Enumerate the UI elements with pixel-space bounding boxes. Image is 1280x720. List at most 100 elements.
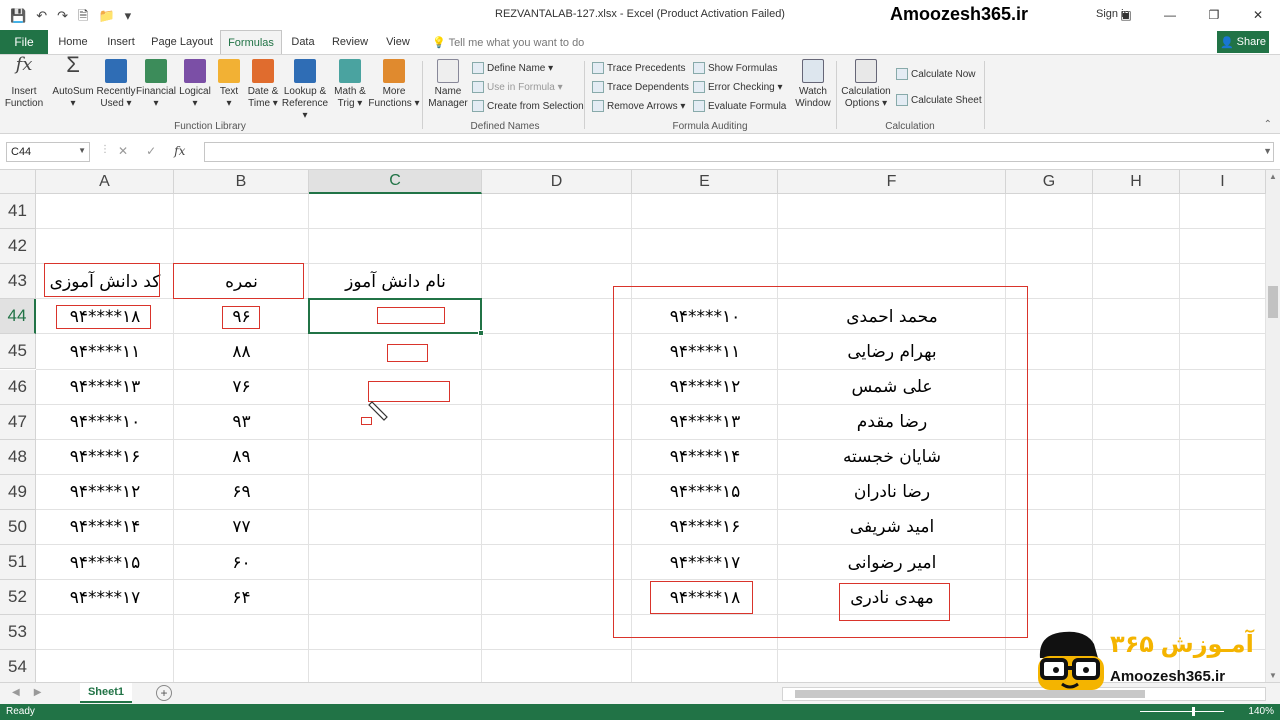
grade-cell[interactable]: ۶۴ [174,580,309,615]
next-sheet-icon[interactable]: ▶ [34,687,42,698]
column-header-f[interactable]: F [778,170,1006,194]
fill-handle[interactable] [478,330,484,337]
trace-dependents-button[interactable]: Trace Dependents [592,80,689,94]
save-icon[interactable]: 💾 [10,9,26,22]
row-header-41[interactable]: 41 [0,194,36,230]
column-header-e[interactable]: E [632,170,778,194]
tab-formulas[interactable]: Formulas [220,30,282,54]
add-sheet-button[interactable]: + [156,685,172,701]
column-header-h[interactable]: H [1093,170,1180,194]
tab-review[interactable]: Review [326,30,374,54]
enter-icon[interactable]: ✓ [146,144,156,158]
row-header-46[interactable]: 46 [0,369,36,405]
ribbon-display-options-icon[interactable]: ▣ [1104,0,1148,30]
formula-input[interactable] [204,142,1274,162]
scroll-up-icon[interactable]: ▲ [1269,172,1277,181]
insert-function-icon[interactable]: fx [174,144,185,158]
row-header-54[interactable]: 54 [0,650,36,682]
date-time-button[interactable]: Date & Time ▾ [244,59,282,110]
column-header-c[interactable]: C [309,170,482,194]
math-trig-button[interactable]: Math & Trig ▾ [330,59,370,110]
insert-function-button[interactable]: fx Insert Function [4,56,44,110]
recently-used-button[interactable]: Recently Used ▾ [96,59,136,110]
select-all-corner[interactable] [0,170,36,194]
tab-page-layout[interactable]: Page Layout [146,30,218,54]
create-from-selection-button[interactable]: Create from Selection [472,99,584,113]
show-formulas-button[interactable]: Show Formulas [693,61,777,75]
undo-icon[interactable]: ↶ [36,9,47,22]
customize-qat-icon[interactable]: ▾ [125,9,132,22]
grade-cell[interactable]: ۷۶ [174,370,309,405]
student-code-cell[interactable]: ۹۴****۱۵ [36,545,174,580]
watch-window-button[interactable]: Watch Window [792,59,834,110]
calculation-options-button[interactable]: Calculation Options ▾ [840,59,892,110]
sheet-tab-sheet1[interactable]: Sheet1 [80,683,132,703]
evaluate-formula-button[interactable]: Evaluate Formula [693,99,786,113]
name-box[interactable]: C44 ▼ [6,142,90,162]
collapse-ribbon-icon[interactable]: ⌃ [1264,119,1272,130]
remove-arrows-button[interactable]: Remove Arrows ▾ [592,99,685,113]
row-header-44[interactable]: 44 [0,299,36,335]
new-file-icon[interactable]: 🗎 [78,9,88,22]
worksheet-grid[interactable]: A B C D E F G H I 41 42 43 44 45 46 47 48 49 50 51 52 53 54 کد … [0,170,1266,682]
row-header-52[interactable]: 52 [0,580,36,616]
column-header-b[interactable]: B [174,170,309,194]
column-header-g[interactable]: G [1006,170,1093,194]
row-header-50[interactable]: 50 [0,509,36,545]
student-code-cell[interactable]: ۹۴****۱۲ [36,475,174,510]
row-header-43[interactable]: 43 [0,264,36,300]
student-code-cell[interactable]: ۹۴****۱۱ [36,334,174,369]
tab-home[interactable]: Home [50,30,96,54]
define-name-button[interactable]: Define Name ▾ [472,61,553,75]
tab-data[interactable]: Data [284,30,322,54]
grade-cell[interactable]: ۸۹ [174,440,309,475]
row-header-49[interactable]: 49 [0,474,36,510]
student-code-cell[interactable]: ۹۴****۱۳ [36,370,174,405]
calculate-now-button[interactable]: Calculate Now [896,67,975,81]
error-checking-button[interactable]: Error Checking ▾ [693,80,783,94]
tab-file[interactable]: File [0,30,48,54]
close-button[interactable]: ✕ [1236,0,1280,30]
tab-view[interactable]: View [378,30,418,54]
calculate-sheet-button[interactable]: Calculate Sheet [896,93,982,107]
name-manager-button[interactable]: Name Manager [426,59,470,110]
grade-cell[interactable]: ۹۳ [174,405,309,440]
grade-cell[interactable]: ۶۰ [174,545,309,580]
zoom-slider-thumb[interactable] [1192,707,1195,716]
tell-me-box[interactable]: 💡 Tell me what you want to do [432,36,584,49]
autosum-button[interactable]: Σ AutoSum ▾ [52,54,94,110]
header-student-name[interactable]: نام دانش آموز [309,264,482,299]
student-code-cell[interactable]: ۹۴****۱۷ [36,580,174,615]
vertical-scrollbar[interactable]: ▲ ▼ [1266,170,1280,682]
open-folder-icon[interactable]: 📁 [98,9,114,22]
expand-formula-bar-icon[interactable]: ▼ [1263,146,1272,156]
minimize-button[interactable]: — [1148,0,1192,30]
share-button[interactable]: 👤 Share [1217,31,1269,53]
column-header-d[interactable]: D [482,170,632,194]
row-header-51[interactable]: 51 [0,545,36,581]
text-button[interactable]: Text ▾ [214,59,244,110]
financial-button[interactable]: Financial ▾ [136,59,176,110]
student-code-cell[interactable]: ۹۴****۱۶ [36,440,174,475]
zoom-level[interactable]: 140% [1248,706,1274,717]
row-header-47[interactable]: 47 [0,404,36,440]
chevron-down-icon[interactable]: ▼ [78,146,86,155]
column-header-a[interactable]: A [36,170,174,194]
row-header-45[interactable]: 45 [0,334,36,370]
grade-cell[interactable]: ۷۷ [174,510,309,545]
cancel-icon[interactable]: ✕ [118,144,128,158]
more-functions-button[interactable]: More Functions ▾ [368,59,420,110]
restore-button[interactable]: ❐ [1192,0,1236,30]
logical-button[interactable]: Logical ▾ [176,59,214,110]
row-header-53[interactable]: 53 [0,615,36,651]
tab-insert[interactable]: Insert [98,30,144,54]
column-header-i[interactable]: I [1180,170,1266,194]
row-header-48[interactable]: 48 [0,439,36,475]
trace-precedents-button[interactable]: Trace Precedents [592,61,686,75]
student-code-cell[interactable]: ۹۴****۱۴ [36,510,174,545]
zoom-slider-track[interactable] [1140,711,1224,712]
student-code-cell[interactable]: ۹۴****۱۰ [36,405,174,440]
lookup-reference-button[interactable]: Lookup & Reference ▾ [280,59,330,122]
redo-icon[interactable]: ↷ [57,9,68,22]
grade-cell[interactable]: ۶۹ [174,475,309,510]
